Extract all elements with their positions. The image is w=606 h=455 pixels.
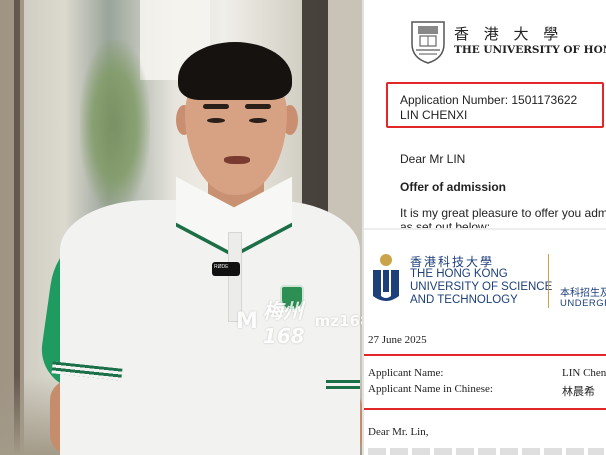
letter-body-line: It is my great pleasure to offer you adm… [400, 206, 606, 220]
admissions-office-chinese: 本科招生及 [560, 288, 606, 299]
hkust-name-english-line: UNIVERSITY OF SCIENCE [410, 281, 553, 293]
admissions-office-english: UNDERGR [560, 298, 606, 309]
cropped-text-line [368, 448, 604, 455]
hair [178, 42, 292, 100]
eye [249, 118, 267, 123]
watermark-logo-icon: M [236, 308, 258, 334]
applicant-chinese-name-value: 林晨希 [562, 386, 595, 398]
applicant-name-value: LIN Chenx [562, 367, 606, 379]
hkust-name-english-line: AND TECHNOLOGY [410, 294, 518, 306]
header-divider [548, 254, 549, 308]
watermark-url: mz168.com [314, 312, 362, 330]
applicant-name-label: Applicant Name: [368, 367, 444, 379]
microphone-brand: RØDE [214, 264, 229, 270]
salutation: Dear Mr LIN [400, 152, 466, 166]
hku-crest-icon [411, 21, 445, 64]
eyebrow [203, 104, 229, 109]
right-cuff [326, 380, 360, 392]
student: RØDE [0, 0, 362, 455]
letter-date: 27 June 2025 [368, 334, 427, 346]
eyebrow [245, 104, 271, 109]
site-watermark: M 梅州168 mz168.com [236, 299, 362, 348]
applicant-chinese-name-label: Applicant Name in Chinese: [368, 383, 493, 395]
watermark-text: 梅州168 [262, 298, 305, 348]
mouth [224, 156, 250, 164]
salutation: Dear Mr. Lin, [368, 426, 429, 438]
eye [207, 118, 225, 123]
hkust-name-english-line: THE HONG KONG [410, 268, 508, 280]
hku-name-chinese: 香 港 大 學 [454, 25, 564, 43]
letter-body-line: as set out below: [400, 220, 491, 228]
hku-name-english: THE UNIVERSITY OF HONG KONG [454, 44, 606, 56]
offer-heading: Offer of admission [400, 180, 507, 194]
interview-photo: RØDE M 梅州168 mz168.com [0, 0, 362, 455]
application-number: Application Number: 1501173622 [400, 93, 578, 107]
hku-offer-letter: 香 港 大 學 THE UNIVERSITY OF HONG KONG Appl… [364, 0, 606, 228]
hkust-offer-letter: 香港科技大學 THE HONG KONG UNIVERSITY OF SCIEN… [364, 228, 606, 455]
applicant-name: LIN CHENXI [400, 108, 468, 122]
hkust-logo-icon [373, 254, 399, 301]
applicant-highlight-box [364, 354, 606, 410]
